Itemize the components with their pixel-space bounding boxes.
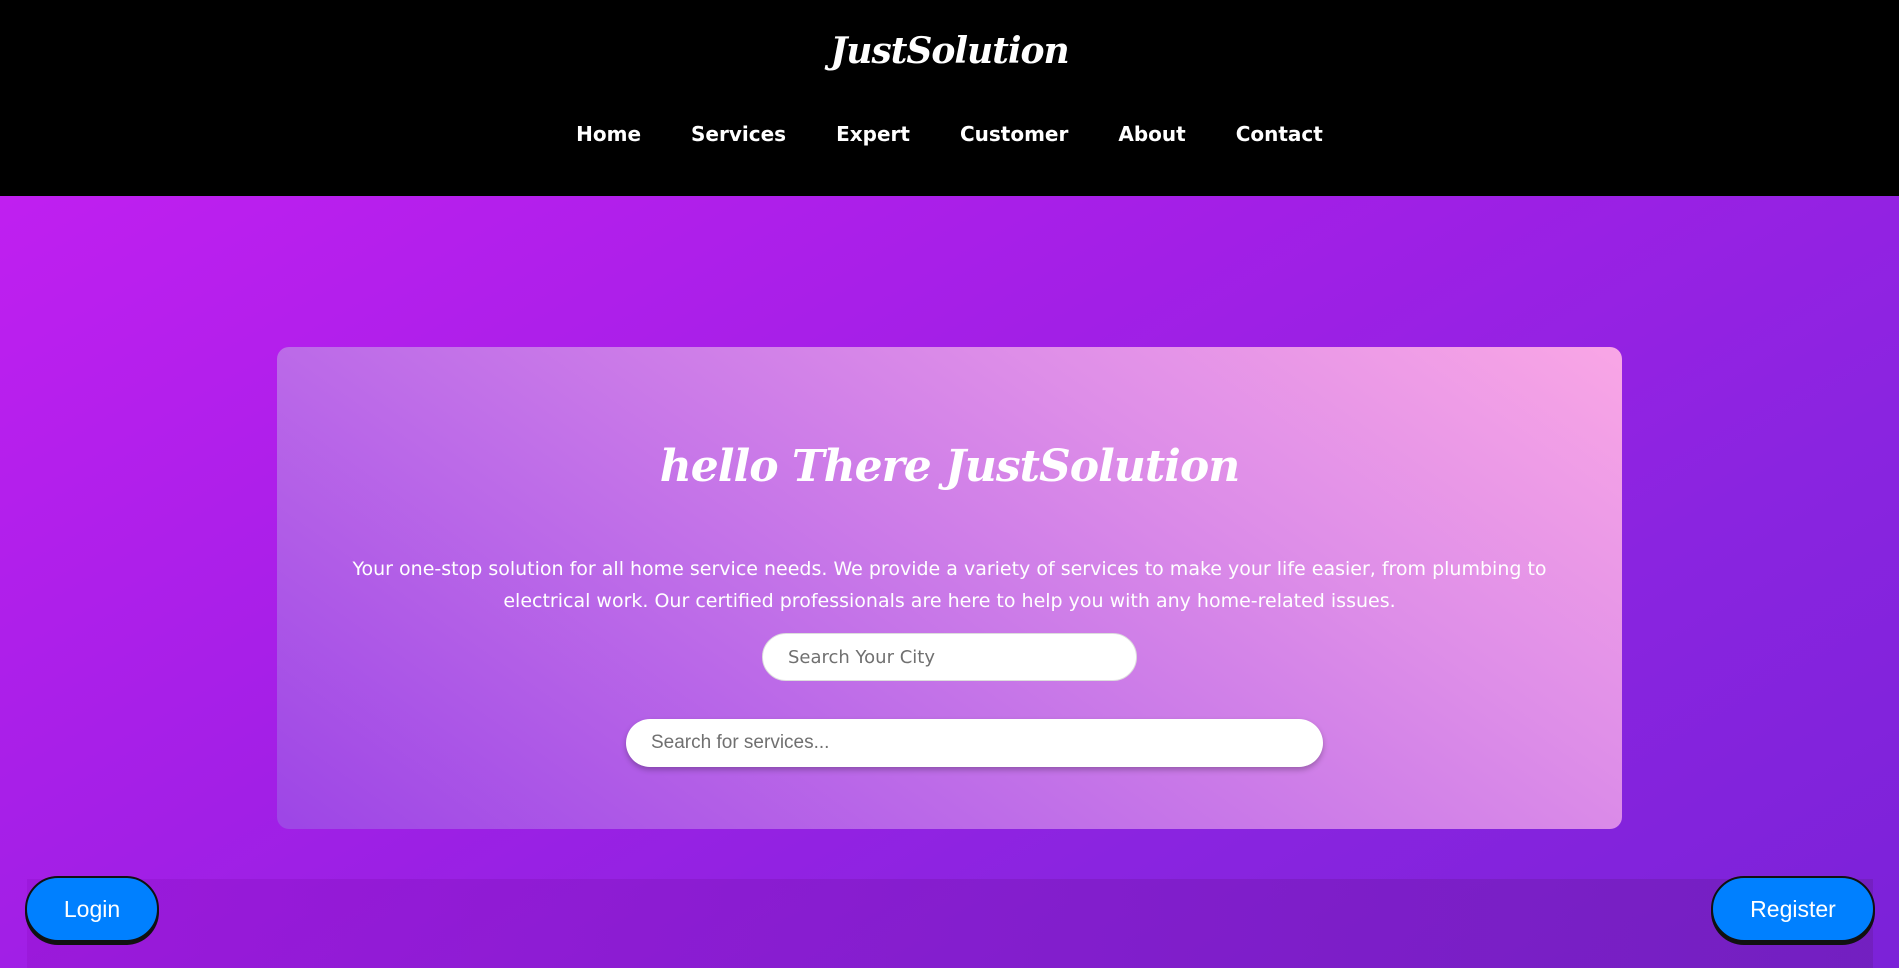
site-header: JustSolution Home Services Expert Custom… <box>0 0 1899 196</box>
main-nav: Home Services Expert Customer About Cont… <box>0 122 1899 146</box>
register-button[interactable]: Register <box>1711 876 1875 942</box>
nav-link-contact[interactable]: Contact <box>1236 122 1323 146</box>
service-search-input[interactable] <box>626 719 1323 767</box>
nav-link-home[interactable]: Home <box>576 122 641 146</box>
nav-link-expert[interactable]: Expert <box>836 122 910 146</box>
nav-link-services[interactable]: Services <box>691 122 786 146</box>
hero-card: hello There JustSolution Your one-stop s… <box>277 347 1622 829</box>
login-button[interactable]: Login <box>25 876 159 942</box>
hero-description: Your one-stop solution for all home serv… <box>352 558 1547 612</box>
nav-link-customer[interactable]: Customer <box>960 122 1068 146</box>
hero-heading: hello There JustSolution <box>659 441 1240 492</box>
site-logo[interactable]: JustSolution <box>0 30 1899 72</box>
hero-section: hello There JustSolution Your one-stop s… <box>0 196 1899 968</box>
nav-link-about[interactable]: About <box>1118 122 1185 146</box>
city-search-input[interactable] <box>762 633 1137 681</box>
bottom-panel <box>27 879 1873 968</box>
